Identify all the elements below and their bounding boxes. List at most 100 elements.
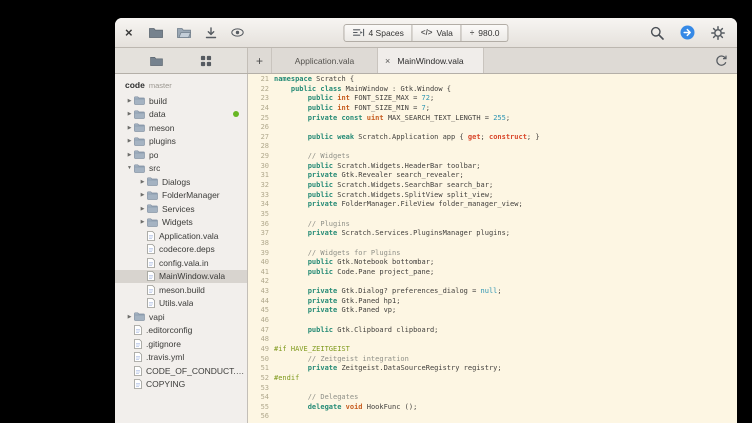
line-number: 53	[248, 384, 274, 394]
code-line[interactable]: 45 private Gtk.Paned vp;	[248, 306, 737, 316]
expand-arrow-icon[interactable]: ▶	[125, 138, 134, 144]
tree-item-po[interactable]: ▶po	[115, 148, 247, 162]
open-folder-button[interactable]	[147, 25, 165, 40]
code-line[interactable]: 32 public Scratch.Widgets.SearchBar sear…	[248, 181, 737, 191]
new-tab-button[interactable]: +	[248, 48, 272, 73]
code-line[interactable]: 52#endif	[248, 374, 737, 384]
line-number: 45	[248, 306, 274, 316]
code-line[interactable]: 56	[248, 412, 737, 422]
grid-view-button[interactable]	[198, 53, 214, 69]
code-line[interactable]: 49#if HAVE_ZEITGEIST	[248, 345, 737, 355]
tree-item-CODE_OF_CONDUCT.md[interactable]: CODE_OF_CONDUCT.md	[115, 364, 247, 378]
code-line[interactable]: 24 public int FONT_SIZE_MIN = 7;	[248, 104, 737, 114]
code-line[interactable]: 41 public Code.Pane project_pane;	[248, 268, 737, 278]
code-line[interactable]: 51 private Zeitgeist.DataSourceRegistry …	[248, 364, 737, 374]
tree-item-.travis.yml[interactable]: .travis.yml	[115, 351, 247, 365]
tree-item-FolderManager[interactable]: ▶FolderManager	[115, 189, 247, 203]
code-line[interactable]: 39 // Widgets for Plugins	[248, 249, 737, 259]
line-number: 22	[248, 85, 274, 95]
expand-arrow-icon[interactable]: ▶	[138, 206, 147, 212]
tab-close-button[interactable]: ×	[385, 56, 390, 66]
jump-to-button[interactable]	[678, 23, 697, 42]
tree-item-COPYING[interactable]: COPYING	[115, 378, 247, 392]
tree-item-data[interactable]: ▶data	[115, 108, 247, 122]
tab-label: MainWindow.vala	[397, 56, 463, 66]
code-editor[interactable]: 21namespace Scratch {22 public class Mai…	[248, 74, 737, 423]
tree-item-Services[interactable]: ▶Services	[115, 202, 247, 216]
expand-arrow-icon[interactable]: ▶	[138, 179, 147, 185]
expand-arrow-icon[interactable]: ▶	[125, 314, 134, 320]
code-line[interactable]: 36 // Plugins	[248, 220, 737, 230]
code-line[interactable]: 53	[248, 384, 737, 394]
code-line[interactable]: 29 // Widgets	[248, 152, 737, 162]
code-line[interactable]: 47 public Gtk.Clipboard clipboard;	[248, 326, 737, 336]
code-line[interactable]: 31 private Gtk.Revealer search_revealer;	[248, 171, 737, 181]
code-line[interactable]: 34 private FolderManager.FileView folder…	[248, 200, 737, 210]
expand-arrow-icon[interactable]: ▶	[138, 192, 147, 198]
code-line[interactable]: 27 public weak Scratch.Application app {…	[248, 133, 737, 143]
tree-item-meson[interactable]: ▶meson	[115, 121, 247, 135]
code-line[interactable]: 54 // Delegates	[248, 393, 737, 403]
tab-MainWindow.vala[interactable]: × MainWindow.vala	[378, 48, 484, 73]
search-button[interactable]	[648, 24, 666, 42]
code-line[interactable]: 44 private Gtk.Paned hp1;	[248, 297, 737, 307]
tree-item-Widgets[interactable]: ▶Widgets	[115, 216, 247, 230]
line-number: 41	[248, 268, 274, 278]
code-line[interactable]: 50 // Zeitgeist integration	[248, 355, 737, 365]
expand-arrow-icon[interactable]: ▶	[125, 152, 134, 158]
tree-item-meson.build[interactable]: meson.build	[115, 283, 247, 297]
tree-item-.editorconfig[interactable]: .editorconfig	[115, 324, 247, 338]
code-line[interactable]: 43 private Gtk.Dialog? preferences_dialo…	[248, 287, 737, 297]
code-line[interactable]: 48	[248, 335, 737, 345]
language-button[interactable]: </>Vala	[413, 24, 462, 42]
code-line[interactable]: 25 private const uint MAX_SEARCH_TEXT_LE…	[248, 114, 737, 124]
code-line[interactable]: 42	[248, 277, 737, 287]
expand-arrow-icon[interactable]: ▶	[125, 111, 134, 117]
history-button[interactable]	[706, 48, 737, 73]
code-line[interactable]: 38	[248, 239, 737, 249]
save-as-button[interactable]	[203, 25, 219, 41]
code-line[interactable]: 21namespace Scratch {	[248, 75, 737, 85]
code-line[interactable]: 26	[248, 123, 737, 133]
tree-item-config.vala.in[interactable]: config.vala.in	[115, 256, 247, 270]
code-line[interactable]: 37 private Scratch.Services.PluginsManag…	[248, 229, 737, 239]
tree-item-Application.vala[interactable]: Application.vala	[115, 229, 247, 243]
expand-arrow-icon[interactable]: ▶	[138, 219, 147, 225]
line-number: 43	[248, 287, 274, 297]
expand-arrow-icon[interactable]: ▶	[125, 125, 134, 131]
tree-item-build[interactable]: ▶build	[115, 94, 247, 108]
settings-button[interactable]	[709, 24, 727, 42]
tree-item-src[interactable]: ▼src	[115, 162, 247, 176]
tree-item-Utils.vala[interactable]: Utils.vala	[115, 297, 247, 311]
code-text: private const uint MAX_SEARCH_TEXT_LENGT…	[274, 114, 510, 124]
code-line[interactable]: 28	[248, 142, 737, 152]
collapse-arrow-icon[interactable]: ▼	[125, 165, 134, 171]
tree-item-MainWindow.vala[interactable]: MainWindow.vala	[115, 270, 247, 284]
code-line[interactable]: 35	[248, 210, 737, 220]
line-number: 44	[248, 297, 274, 307]
templates-folder-button[interactable]	[175, 25, 193, 40]
file-icon	[147, 244, 155, 254]
code-line[interactable]: 33 public Scratch.Widgets.SplitView spli…	[248, 191, 737, 201]
tree-item-.gitignore[interactable]: .gitignore	[115, 337, 247, 351]
tree-item-codecore.deps[interactable]: codecore.deps	[115, 243, 247, 257]
tree-item-plugins[interactable]: ▶plugins	[115, 135, 247, 149]
project-header[interactable]: code master	[115, 78, 247, 94]
code-line[interactable]: 30 public Scratch.Widgets.HeaderBar tool…	[248, 162, 737, 172]
code-line[interactable]: 23 public int FONT_SIZE_MAX = 72;	[248, 94, 737, 104]
code-text: public Scratch.Widgets.SearchBar search_…	[274, 181, 493, 191]
code-line[interactable]: 40 public Gtk.Notebook bottombar;	[248, 258, 737, 268]
code-line[interactable]: 55 delegate void HookFunc ();	[248, 403, 737, 413]
tab-Application.vala[interactable]: Application.vala	[272, 48, 378, 73]
goto-line-button[interactable]: ÷980.0	[462, 24, 509, 42]
tree-item-vapi[interactable]: ▶vapi	[115, 310, 247, 324]
project-folder-button[interactable]	[148, 54, 165, 68]
tree-item-Dialogs[interactable]: ▶Dialogs	[115, 175, 247, 189]
expand-arrow-icon[interactable]: ▶	[125, 98, 134, 104]
tab-width-button[interactable]: 4 Spaces	[343, 24, 412, 42]
line-number: 55	[248, 403, 274, 413]
code-line[interactable]: 22 public class MainWindow : Gtk.Window …	[248, 85, 737, 95]
code-line[interactable]: 46	[248, 316, 737, 326]
eye-button[interactable]	[229, 26, 246, 39]
window-close-button[interactable]: ×	[125, 26, 133, 39]
